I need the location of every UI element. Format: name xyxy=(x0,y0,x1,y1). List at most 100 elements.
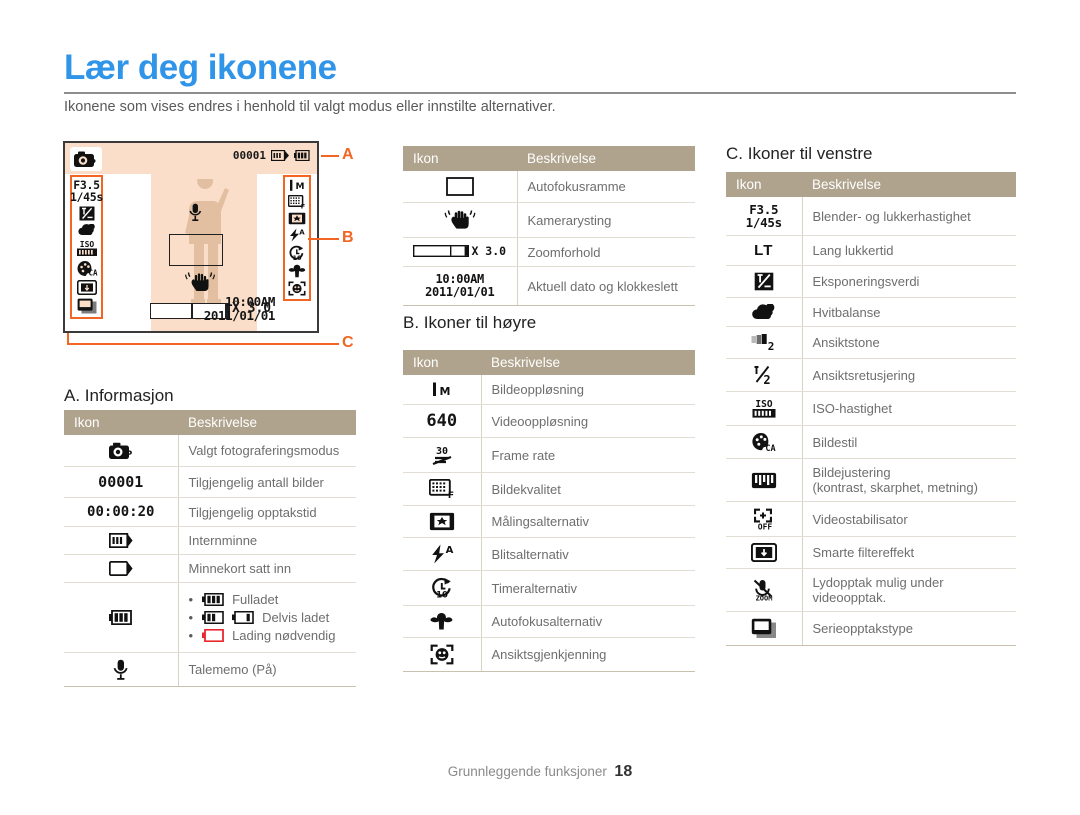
battery-two-thirds-icon xyxy=(202,611,224,624)
macro-af-icon xyxy=(288,264,306,278)
table-cell-description: Videostabilisator xyxy=(802,501,1016,537)
face-detection-icon xyxy=(288,281,306,296)
shooting-mode-icon: P xyxy=(64,435,179,467)
table-row: Bildejustering (kontrast, skarphet, metn… xyxy=(726,458,1016,502)
smart-filter-icon xyxy=(76,280,97,295)
intro-text: Ikonene som vises endres i henhold til v… xyxy=(64,99,556,115)
footer-chapter: Grunnleggende funksjoner xyxy=(447,764,607,779)
table-cell-description: Videooppløsning xyxy=(481,404,695,438)
photo-quality-icon: F xyxy=(288,195,306,209)
photo-quality-icon: F xyxy=(403,472,482,506)
table-cell-description: Serieopptakstype xyxy=(802,611,1016,646)
table-row: Smarte filtereffekt xyxy=(726,536,1016,569)
burst-type-icon xyxy=(77,298,97,314)
footer-page-number: 18 xyxy=(614,763,633,780)
callout-leader-a xyxy=(321,155,339,157)
iso-speed-icon: ISO xyxy=(726,391,803,426)
table-row: Autofokusalternativ xyxy=(403,605,695,638)
table-cell-description: Valgt fotograferingsmodus xyxy=(178,435,356,467)
camera-shake-icon xyxy=(403,202,518,238)
smart-filter-icon xyxy=(726,536,803,569)
photo-style-icon: CA xyxy=(726,425,803,459)
table-cell-description: Bildestil xyxy=(802,425,1016,459)
image-adjust-sublabel: (kontrast, skarphet, metning) xyxy=(812,480,978,495)
video-stabilizer-icon: OFF xyxy=(726,501,803,537)
lcd-left-icon-column: F3.5 1/45s ISO CA xyxy=(70,175,103,319)
iso-speed-icon: ISO xyxy=(76,239,98,257)
svg-text:P: P xyxy=(126,450,132,460)
section-b-heading: B. Ikoner til høyre xyxy=(403,313,537,332)
svg-text:CA: CA xyxy=(88,269,98,278)
internal-memory-icon xyxy=(271,150,289,161)
date-time-display: 10:00AM 2011/01/01 xyxy=(203,295,276,323)
table-cell-description: Målingsalternativ xyxy=(481,505,695,538)
face-detection-icon xyxy=(403,637,482,672)
table-row: Hvitbalanse xyxy=(726,297,1016,327)
table-row: OFF Videostabilisator xyxy=(726,501,1016,537)
svg-text:F: F xyxy=(448,491,454,499)
svg-text:30: 30 xyxy=(436,446,448,457)
table-row: 10 Timeralternativ xyxy=(403,570,695,606)
callout-leader-c-h xyxy=(67,343,339,345)
svg-text:2: 2 xyxy=(767,340,774,352)
table-header-row: Ikon Beskrivelse xyxy=(726,172,1016,197)
internal-memory-icon xyxy=(64,526,179,555)
table-cell-description: Hvitbalanse xyxy=(802,297,1016,327)
table-header-row: Ikon Beskrivelse xyxy=(64,410,356,435)
battery-state-partial: Delvis ladet xyxy=(189,610,347,625)
table-row: LT Lang lukkertid xyxy=(726,235,1016,266)
aperture-shutter-icon: F3.5 1/45s xyxy=(69,178,104,204)
exposure-value-icon xyxy=(726,265,803,298)
table-row: 00001 Tilgjengelig antall bilder xyxy=(64,466,356,498)
table-cell-description: Bildeoppløsning xyxy=(481,375,695,405)
aperture-shutter-icon: F3.5 1/45s xyxy=(726,197,803,236)
table-row: ISO ISO-hastighet xyxy=(726,391,1016,426)
voice-memo-icon xyxy=(189,203,202,221)
table-cell-description: Bildejustering (kontrast, skarphet, metn… xyxy=(802,458,1016,502)
photo-resolution-icon: M xyxy=(403,375,482,405)
timer-icon: 10 xyxy=(288,245,306,261)
long-time-icon: LT xyxy=(726,235,803,266)
table-cell-description: Minnekort satt inn xyxy=(178,554,356,583)
svg-text:A: A xyxy=(445,545,453,556)
column-header-icon: Ikon xyxy=(726,172,802,197)
face-retouch-icon: 2 xyxy=(726,358,803,392)
battery-empty-icon xyxy=(202,629,224,642)
table-row: P Valgt fotograferingsmodus xyxy=(64,435,356,467)
callout-label-a: A xyxy=(342,146,354,163)
zoom-ratio-value: X 3.0 xyxy=(471,244,507,258)
table-cell-description: Tilgjengelig antall bilder xyxy=(178,466,356,498)
battery-icon xyxy=(64,582,179,653)
table-row: Eksponeringsverdi xyxy=(726,265,1016,298)
battery-state-empty: Lading nødvendig xyxy=(189,628,347,643)
svg-text:P: P xyxy=(90,158,96,167)
table-row: Målingsalternativ xyxy=(403,505,695,538)
svg-text:2: 2 xyxy=(763,373,770,385)
column-header-description: Beskrivelse xyxy=(178,410,356,435)
table-c-ikoner-til-venstre: Ikon Beskrivelse F3.5 1/45s Blender- og … xyxy=(726,172,1016,646)
battery-icon xyxy=(294,150,310,161)
table-cell-description: Lydopptak mulig under videoopptak. xyxy=(802,568,1016,612)
date-time-icon: 10:00AM 2011/01/01 xyxy=(403,266,518,306)
lcd-date: 2011/01/01 xyxy=(203,308,276,323)
flash-icon: A xyxy=(288,228,306,242)
table-header-row: Ikon Beskrivelse xyxy=(403,350,695,375)
table-cell-description: ISO-hastighet xyxy=(802,391,1016,426)
table-cell-description: Kamerarysting xyxy=(517,202,695,238)
battery-one-third-icon xyxy=(232,611,254,624)
column-header-description: Beskrivelse xyxy=(517,146,695,171)
date-time-date: 2011/01/01 xyxy=(425,285,495,299)
battery-full-icon xyxy=(202,593,224,606)
battery-state-label: Delvis ladet xyxy=(262,610,330,625)
table-row: M Bildeoppløsning xyxy=(403,375,695,405)
table-row: Serieopptakstype xyxy=(726,611,1016,646)
zoom-bar-icon: X 3.0 xyxy=(403,237,518,267)
title-divider xyxy=(64,92,1016,94)
recording-time-icon: 00:00:20 xyxy=(64,497,179,527)
svg-text:10: 10 xyxy=(292,254,302,261)
callout-leader-b xyxy=(308,238,339,240)
memory-card-icon xyxy=(64,554,179,583)
svg-text:A: A xyxy=(299,229,305,237)
table-row: Ansiktsgjenkjenning xyxy=(403,637,695,672)
svg-text:CA: CA xyxy=(765,444,775,452)
